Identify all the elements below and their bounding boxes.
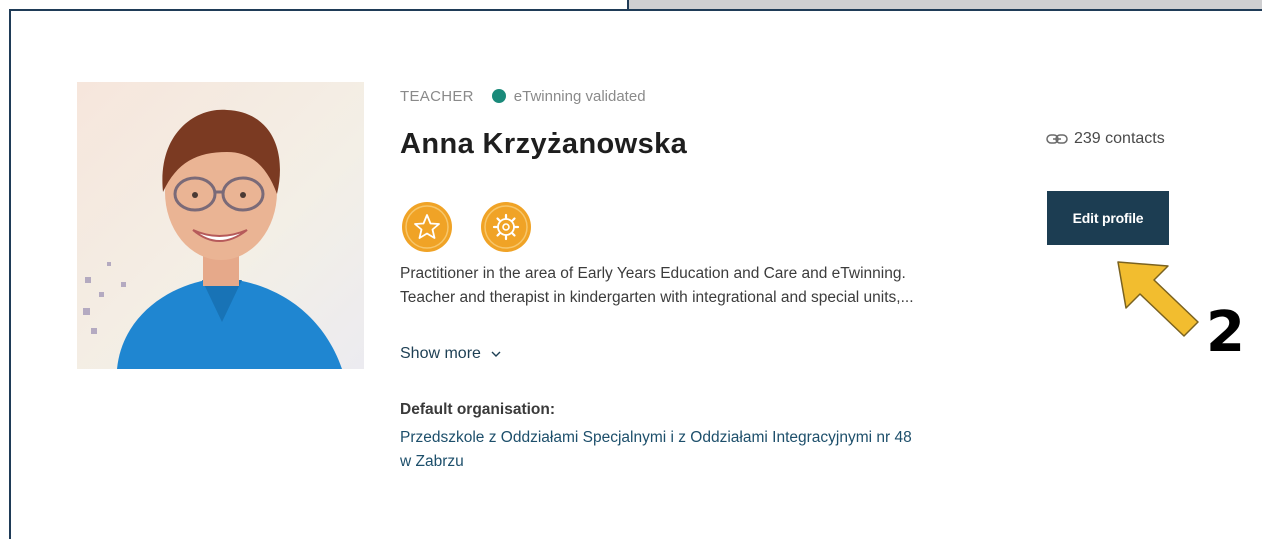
show-more-link[interactable]: Show more <box>400 345 501 363</box>
validated-label: eTwinning validated <box>513 87 646 105</box>
org-name-line: Przedszkole z Oddziałami Specjalnymi i z… <box>400 429 912 446</box>
contacts-link[interactable]: 239 contacts <box>1046 130 1165 148</box>
avatar-illustration <box>77 82 364 369</box>
validated-status-icon <box>491 89 506 103</box>
badge-row <box>401 201 532 253</box>
profile-bio: Practitioner in the area of Early Years … <box>400 262 1030 310</box>
org-name-line: w Zabrzu <box>400 453 464 470</box>
step-number: 2 <box>1206 300 1245 365</box>
annotation-arrow-icon <box>1117 261 1199 337</box>
link-icon <box>1046 134 1068 144</box>
org-link[interactable]: Przedszkole z Oddziałami Specjalnymi i z… <box>400 426 1040 474</box>
role-line: TEACHER eTwinning validated <box>400 86 646 106</box>
role-label: TEACHER <box>400 87 474 105</box>
bio-line: Teacher and therapist in kindergarten wi… <box>400 289 914 306</box>
chevron-down-icon <box>491 351 501 357</box>
org-label: Default organisation: <box>400 401 556 418</box>
gear-badge-icon[interactable] <box>480 201 532 253</box>
profile-photo <box>77 82 364 369</box>
star-badge-icon[interactable] <box>401 201 453 253</box>
bio-line: Practitioner in the area of Early Years … <box>400 265 906 282</box>
show-more-label: Show more <box>400 345 481 362</box>
contacts-count: 239 contacts <box>1074 130 1165 147</box>
profile-name: Anna Krzyżanowska <box>400 128 688 160</box>
edit-profile-button[interactable]: Edit profile <box>1047 191 1169 245</box>
top-strip <box>627 0 1262 11</box>
